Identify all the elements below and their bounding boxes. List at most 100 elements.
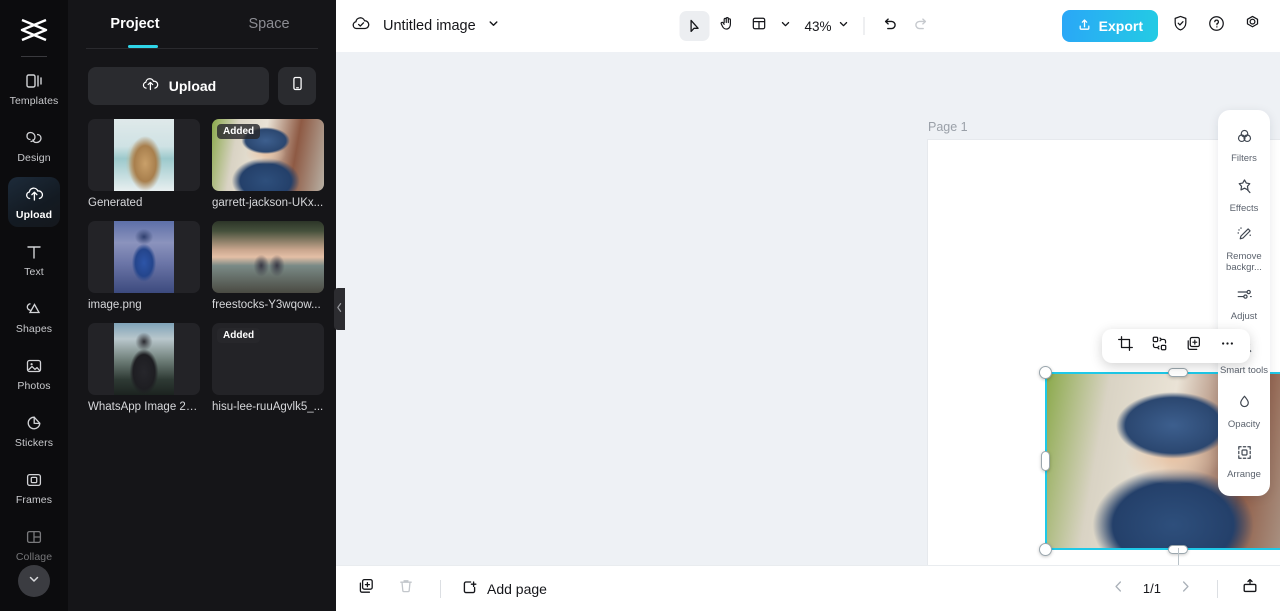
sidebar-item-stickers[interactable]: Stickers xyxy=(8,405,60,455)
zoom-dropdown-button[interactable] xyxy=(834,12,854,40)
chevron-down-icon xyxy=(27,572,41,591)
sidebar-item-label: Collage xyxy=(15,550,53,563)
dock-item-label: Effects xyxy=(1229,202,1259,214)
sidebar-item-label: Design xyxy=(17,151,51,164)
add-page-button[interactable]: Add page xyxy=(461,578,547,599)
sidebar-item-label: Templates xyxy=(9,94,59,107)
duplicate-page-button[interactable] xyxy=(352,575,380,603)
status-badge: Added xyxy=(217,124,261,139)
asset-thumbnail[interactable]: Added xyxy=(212,323,324,395)
chevron-down-icon xyxy=(780,17,792,35)
undo-icon xyxy=(881,15,899,38)
asset-item[interactable]: Added hisu-lee-ruuAgvlk5_... xyxy=(212,323,324,413)
asset-item[interactable]: freestocks-Y3wqow... xyxy=(212,221,324,311)
upload-actions: Upload xyxy=(68,49,336,119)
tab-project[interactable]: Project xyxy=(68,0,202,48)
frames-icon xyxy=(23,469,45,491)
canvas-area[interactable]: Page 1 Filters Effects Remove backgr... … xyxy=(336,52,1280,565)
upload-cloud-icon xyxy=(141,75,160,97)
project-panel: Project Space Upload Generated Added gar… xyxy=(68,0,345,611)
settings-button[interactable] xyxy=(1238,12,1266,40)
nav-divider xyxy=(1217,579,1218,598)
topbar-right-actions: Export xyxy=(1061,10,1266,42)
chevron-right-icon xyxy=(1178,579,1193,599)
document-title-group[interactable]: Untitled image xyxy=(350,13,500,40)
dock-item-adjust[interactable]: Adjust xyxy=(1218,278,1270,328)
layout-grid-icon xyxy=(750,15,767,37)
duplicate-button[interactable] xyxy=(1178,332,1208,360)
next-page-button[interactable] xyxy=(1171,575,1199,603)
crop-icon xyxy=(1117,335,1134,357)
templates-icon xyxy=(23,70,45,92)
object-toolbar xyxy=(1102,329,1250,363)
asset-thumbnail[interactable]: Added xyxy=(212,119,324,191)
export-button[interactable]: Export xyxy=(1061,10,1158,42)
sidebar-item-design[interactable]: Design xyxy=(8,120,60,170)
sidebar-item-collage[interactable]: Collage xyxy=(8,519,60,569)
sidebar-item-text[interactable]: Text xyxy=(8,234,60,284)
layout-tool-button[interactable] xyxy=(744,11,774,41)
asset-thumbnail[interactable] xyxy=(212,221,324,293)
dock-item-label: Smart tools xyxy=(1219,364,1269,376)
dock-item-opacity[interactable]: Opacity xyxy=(1218,386,1270,436)
crop-button[interactable] xyxy=(1110,332,1140,360)
asset-item[interactable]: Added garrett-jackson-UKx... xyxy=(212,119,324,209)
sidebar-item-photos[interactable]: Photos xyxy=(8,348,60,398)
page-label: Page 1 xyxy=(928,119,968,134)
delete-page-button[interactable] xyxy=(392,575,420,603)
duplicate-icon xyxy=(1185,335,1202,357)
replace-button[interactable] xyxy=(1144,332,1174,360)
present-icon xyxy=(1241,577,1259,600)
right-dock: Filters Effects Remove backgr... Adjust … xyxy=(1218,110,1270,496)
toolbar-divider xyxy=(863,17,865,35)
zoom-level-value[interactable]: 43% xyxy=(798,19,831,34)
layout-dropdown-button[interactable] xyxy=(776,12,796,40)
upload-button[interactable]: Upload xyxy=(88,67,269,105)
sidebar-item-shapes[interactable]: Shapes xyxy=(8,291,60,341)
sidebar-item-label: Frames xyxy=(15,493,53,506)
sidebar-item-frames[interactable]: Frames xyxy=(8,462,60,512)
dock-item-arrange[interactable]: Arrange xyxy=(1218,436,1270,486)
select-tool-button[interactable] xyxy=(679,11,710,41)
asset-item[interactable]: WhatsApp Image 20... xyxy=(88,323,200,413)
chevron-down-icon xyxy=(838,17,850,35)
asset-item[interactable]: Generated xyxy=(88,119,200,209)
more-button[interactable] xyxy=(1212,332,1242,360)
present-button[interactable] xyxy=(1236,575,1264,603)
trash-icon xyxy=(397,577,415,600)
help-button[interactable] xyxy=(1202,12,1230,40)
add-page-icon xyxy=(461,578,479,599)
asset-image xyxy=(114,323,174,395)
prev-page-button[interactable] xyxy=(1105,575,1133,603)
opacity-droplet-icon xyxy=(1235,393,1254,417)
redo-button[interactable] xyxy=(907,11,937,41)
undo-button[interactable] xyxy=(875,11,905,41)
upload-from-phone-button[interactable] xyxy=(278,67,316,105)
sidebar-item-label: Text xyxy=(24,265,44,278)
dock-item-effects[interactable]: Effects xyxy=(1218,170,1270,220)
asset-item[interactable]: image.png xyxy=(88,221,200,311)
remove-background-icon xyxy=(1235,225,1254,249)
capcut-logo-icon[interactable] xyxy=(14,14,54,46)
shield-check-button[interactable] xyxy=(1166,12,1194,40)
adjust-sliders-icon xyxy=(1235,285,1254,309)
settings-gear-icon xyxy=(1243,14,1262,38)
collage-icon xyxy=(23,526,45,548)
capcut-editor-app: Templates Design Upload Text Shapes Phot… xyxy=(0,0,1280,611)
chevron-down-icon[interactable] xyxy=(487,17,500,35)
dock-item-remove-background[interactable]: Remove backgr... xyxy=(1218,220,1270,278)
sidebar-item-upload[interactable]: Upload xyxy=(8,177,60,227)
asset-thumbnail[interactable] xyxy=(88,323,200,395)
expand-rail-button[interactable] xyxy=(18,565,50,597)
asset-thumbnail[interactable] xyxy=(88,119,200,191)
effects-icon xyxy=(1235,177,1254,201)
tab-space[interactable]: Space xyxy=(202,0,336,48)
hand-tool-button[interactable] xyxy=(712,11,742,41)
collapse-panel-handle[interactable] xyxy=(334,288,345,330)
asset-thumbnail[interactable] xyxy=(88,221,200,293)
sidebar-item-label: Shapes xyxy=(15,322,53,335)
dock-item-filters[interactable]: Filters xyxy=(1218,120,1270,170)
asset-label: hisu-lee-ruuAgvlk5_... xyxy=(212,401,324,413)
sidebar-item-templates[interactable]: Templates xyxy=(8,63,60,113)
upload-button-label: Upload xyxy=(168,78,217,94)
